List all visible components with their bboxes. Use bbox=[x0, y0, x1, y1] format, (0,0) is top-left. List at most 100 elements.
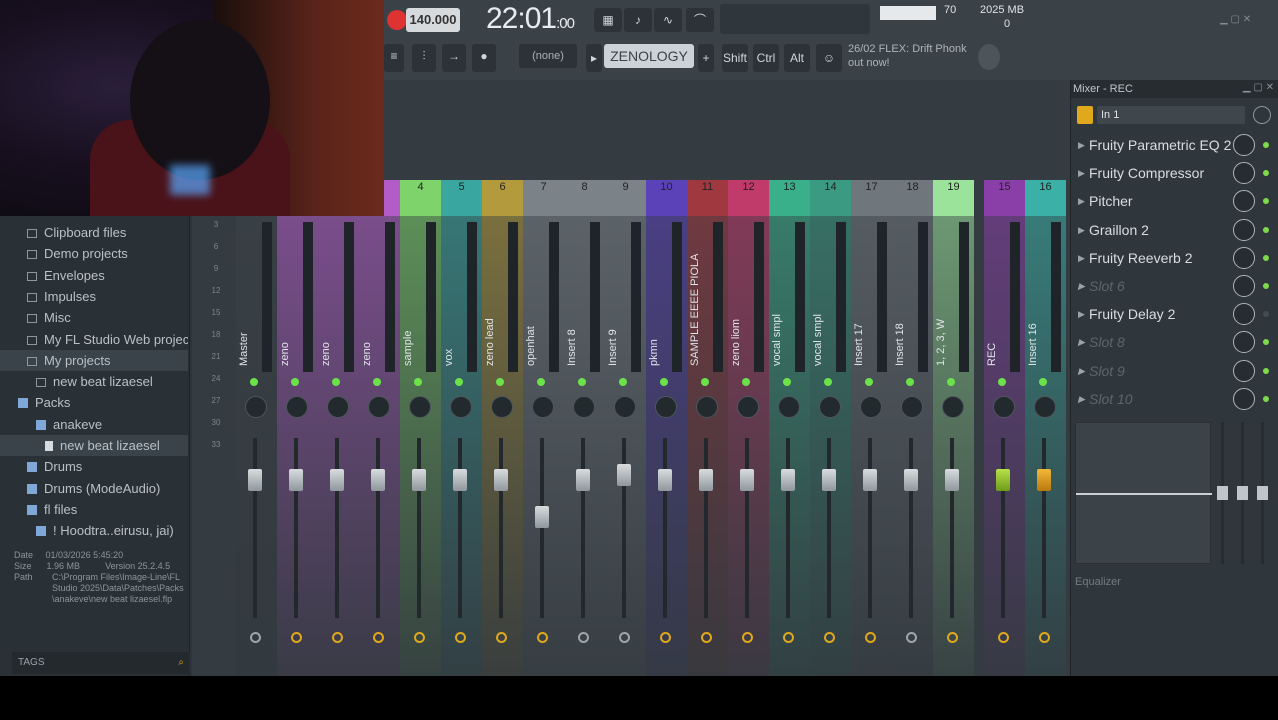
volume-fader[interactable] bbox=[289, 468, 303, 491]
mixer-strip[interactable]: 4 sample bbox=[400, 180, 441, 676]
slot-enable-led[interactable] bbox=[1263, 311, 1269, 318]
send-icon[interactable] bbox=[291, 632, 302, 643]
news-icon[interactable]: ☺ bbox=[816, 44, 842, 72]
metronome-icon[interactable]: ⌒ bbox=[686, 8, 714, 32]
fx-slot[interactable]: ▶ Fruity Reeverb 2 bbox=[1075, 245, 1275, 271]
pan-knob[interactable] bbox=[327, 396, 349, 418]
master-volume-area[interactable] bbox=[720, 4, 870, 34]
mute-led[interactable] bbox=[701, 378, 709, 386]
time-display[interactable]: 22:01:00 bbox=[486, 2, 575, 36]
live-icon[interactable] bbox=[978, 44, 1000, 70]
mixer-strip[interactable]: Master bbox=[236, 180, 277, 676]
browser-item[interactable]: Demo projects bbox=[0, 243, 188, 264]
slot-expand-icon[interactable]: ▶ bbox=[1078, 217, 1085, 243]
record-button[interactable] bbox=[387, 10, 407, 30]
send-icon[interactable] bbox=[373, 632, 384, 643]
strip-number[interactable]: 19 bbox=[933, 180, 974, 216]
fx-slot[interactable]: ▶ Fruity Delay 2 bbox=[1075, 301, 1275, 327]
volume-fader[interactable] bbox=[1037, 468, 1051, 491]
slot-mix-knob[interactable] bbox=[1233, 246, 1255, 269]
slot-mix-knob[interactable] bbox=[1233, 387, 1255, 410]
mute-led[interactable] bbox=[455, 378, 463, 386]
send-icon[interactable] bbox=[619, 632, 630, 643]
search-icon[interactable]: ⌕ bbox=[178, 652, 184, 674]
strip-number[interactable]: 11 bbox=[687, 180, 728, 216]
slot-mix-knob[interactable] bbox=[1233, 190, 1255, 213]
pattern-selector[interactable]: (none) bbox=[519, 44, 577, 68]
send-icon[interactable] bbox=[701, 632, 712, 643]
browser-item[interactable]: Misc bbox=[0, 307, 188, 328]
volume-fader[interactable] bbox=[617, 463, 631, 486]
volume-fader[interactable] bbox=[863, 468, 877, 491]
mute-led[interactable] bbox=[537, 378, 545, 386]
send-icon[interactable] bbox=[947, 632, 958, 643]
slot-enable-led[interactable] bbox=[1263, 395, 1269, 402]
browser-item[interactable]: Clipboard files bbox=[0, 222, 188, 243]
volume-fader[interactable] bbox=[576, 468, 590, 491]
browser-item[interactable]: Envelopes bbox=[0, 265, 188, 286]
browser-item[interactable]: fl files bbox=[0, 499, 188, 520]
send-icon[interactable] bbox=[455, 632, 466, 643]
send-icon[interactable] bbox=[660, 632, 671, 643]
mixer-strip[interactable]: 15 REC bbox=[984, 180, 1025, 676]
pan-knob[interactable] bbox=[655, 396, 677, 418]
pan-knob[interactable] bbox=[993, 396, 1015, 418]
strip-number[interactable]: 10 bbox=[646, 180, 687, 216]
mixer-strip[interactable]: 16 Insert 16 bbox=[1025, 180, 1066, 676]
pan-knob[interactable] bbox=[245, 396, 267, 418]
strip-number[interactable]: 15 bbox=[984, 180, 1025, 216]
pan-knob[interactable] bbox=[737, 396, 759, 418]
mute-led[interactable] bbox=[824, 378, 832, 386]
eq-faders[interactable] bbox=[1217, 422, 1275, 564]
strip-number[interactable]: 4 bbox=[400, 180, 441, 216]
input-selector[interactable]: In 1 bbox=[1097, 106, 1245, 124]
slot-enable-led[interactable] bbox=[1263, 226, 1269, 233]
pan-knob[interactable] bbox=[901, 396, 923, 418]
mixer-strip[interactable]: zeno bbox=[359, 180, 400, 676]
slot-mix-knob[interactable] bbox=[1233, 359, 1255, 382]
slot-expand-icon[interactable]: ▶ bbox=[1078, 329, 1085, 355]
mixer-strip[interactable]: 18 Insert 18 bbox=[892, 180, 933, 676]
slot-enable-led[interactable] bbox=[1263, 283, 1269, 289]
slot-expand-icon[interactable]: ▶ bbox=[1078, 301, 1085, 327]
mic-icon[interactable]: ● bbox=[472, 44, 496, 72]
browser-item[interactable]: My projects bbox=[0, 349, 188, 371]
shift-key-button[interactable]: Shift bbox=[722, 44, 748, 72]
pan-knob[interactable] bbox=[409, 396, 431, 418]
slot-enable-led[interactable] bbox=[1263, 142, 1269, 148]
browser-item[interactable]: My FL Studio Web projects bbox=[0, 329, 188, 350]
step-icon[interactable]: ♪ bbox=[624, 8, 652, 32]
slot-mix-knob[interactable] bbox=[1233, 134, 1255, 156]
volume-fader[interactable] bbox=[781, 468, 795, 491]
slot-mix-knob[interactable] bbox=[1233, 218, 1255, 241]
pan-knob[interactable] bbox=[819, 396, 841, 418]
browser-item[interactable]: Impulses bbox=[0, 286, 188, 307]
slot-mix-knob[interactable] bbox=[1233, 275, 1255, 297]
slot-expand-icon[interactable]: ▶ bbox=[1078, 132, 1085, 158]
mute-led[interactable] bbox=[373, 378, 381, 386]
strip-number[interactable]: 14 bbox=[810, 180, 851, 216]
mute-led[interactable] bbox=[742, 378, 750, 386]
volume-fader[interactable] bbox=[822, 468, 836, 491]
mute-led[interactable] bbox=[496, 378, 504, 386]
send-icon[interactable] bbox=[1039, 632, 1050, 643]
browser-item[interactable]: ! Hoodtra..eirusu, jai) bbox=[0, 520, 188, 541]
pan-knob[interactable] bbox=[491, 396, 513, 418]
send-icon[interactable] bbox=[783, 632, 794, 643]
browser-item[interactable]: Packs bbox=[0, 392, 188, 413]
volume-fader[interactable] bbox=[412, 468, 426, 491]
mixer-strip[interactable]: zeno bbox=[318, 180, 359, 676]
mixer-icon[interactable]: ⫶ bbox=[412, 44, 436, 72]
send-icon[interactable] bbox=[578, 632, 589, 643]
volume-fader[interactable] bbox=[535, 506, 549, 528]
slot-expand-icon[interactable]: ▶ bbox=[1078, 358, 1085, 384]
mute-led[interactable] bbox=[578, 378, 586, 386]
strip-number[interactable]: 6 bbox=[482, 180, 523, 216]
fx-slot[interactable]: ▶ Slot 8 bbox=[1075, 329, 1275, 355]
menu-icon[interactable]: ≡ bbox=[384, 44, 404, 72]
alt-key-button[interactable]: Alt bbox=[784, 44, 810, 72]
mute-led[interactable] bbox=[865, 378, 873, 386]
strip-number[interactable]: 18 bbox=[892, 180, 933, 216]
latency-icon[interactable] bbox=[1253, 106, 1271, 124]
slot-enable-led[interactable] bbox=[1263, 198, 1269, 205]
